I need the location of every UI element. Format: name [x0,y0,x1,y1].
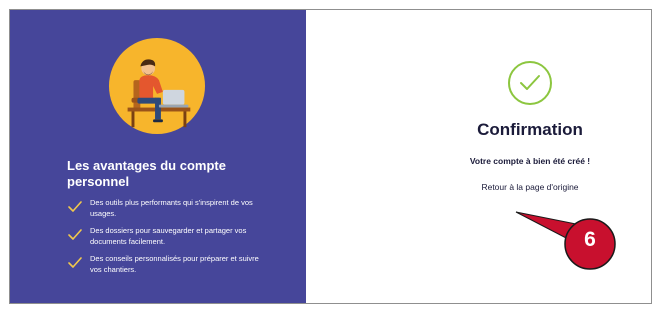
benefit-item: Des outils plus performants qui s'inspir… [67,198,267,219]
benefit-item: Des dossiers pour sauvegarder et partage… [67,226,267,247]
benefits-list: Des outils plus performants qui s'inspir… [67,198,267,282]
return-link[interactable]: Retour à la page d'origine [306,182,651,192]
person-laptop-illustration [108,37,206,135]
confirmation-message: Votre compte à bien été créé ! [469,156,591,166]
benefit-item: Des conseils personnalisés pour préparer… [67,254,267,275]
benefits-panel: Les avantages du compte personnel Des ou… [10,10,306,303]
benefit-text: Des dossiers pour sauvegarder et partage… [90,226,247,246]
check-icon [68,201,82,212]
benefits-title: Les avantages du compte personnel [67,158,226,189]
success-check-icon [508,61,552,105]
benefit-text: Des conseils personnalisés pour préparer… [90,254,259,274]
check-icon [68,229,82,240]
confirmation-panel: Confirmation Votre compte à bien été cré… [306,10,651,303]
app-frame: Les avantages du compte personnel Des ou… [9,9,652,304]
check-icon [68,257,82,268]
benefit-text: Des outils plus performants qui s'inspir… [90,198,253,218]
page-title: Confirmation [477,120,583,139]
step-number: 6 [584,228,596,251]
